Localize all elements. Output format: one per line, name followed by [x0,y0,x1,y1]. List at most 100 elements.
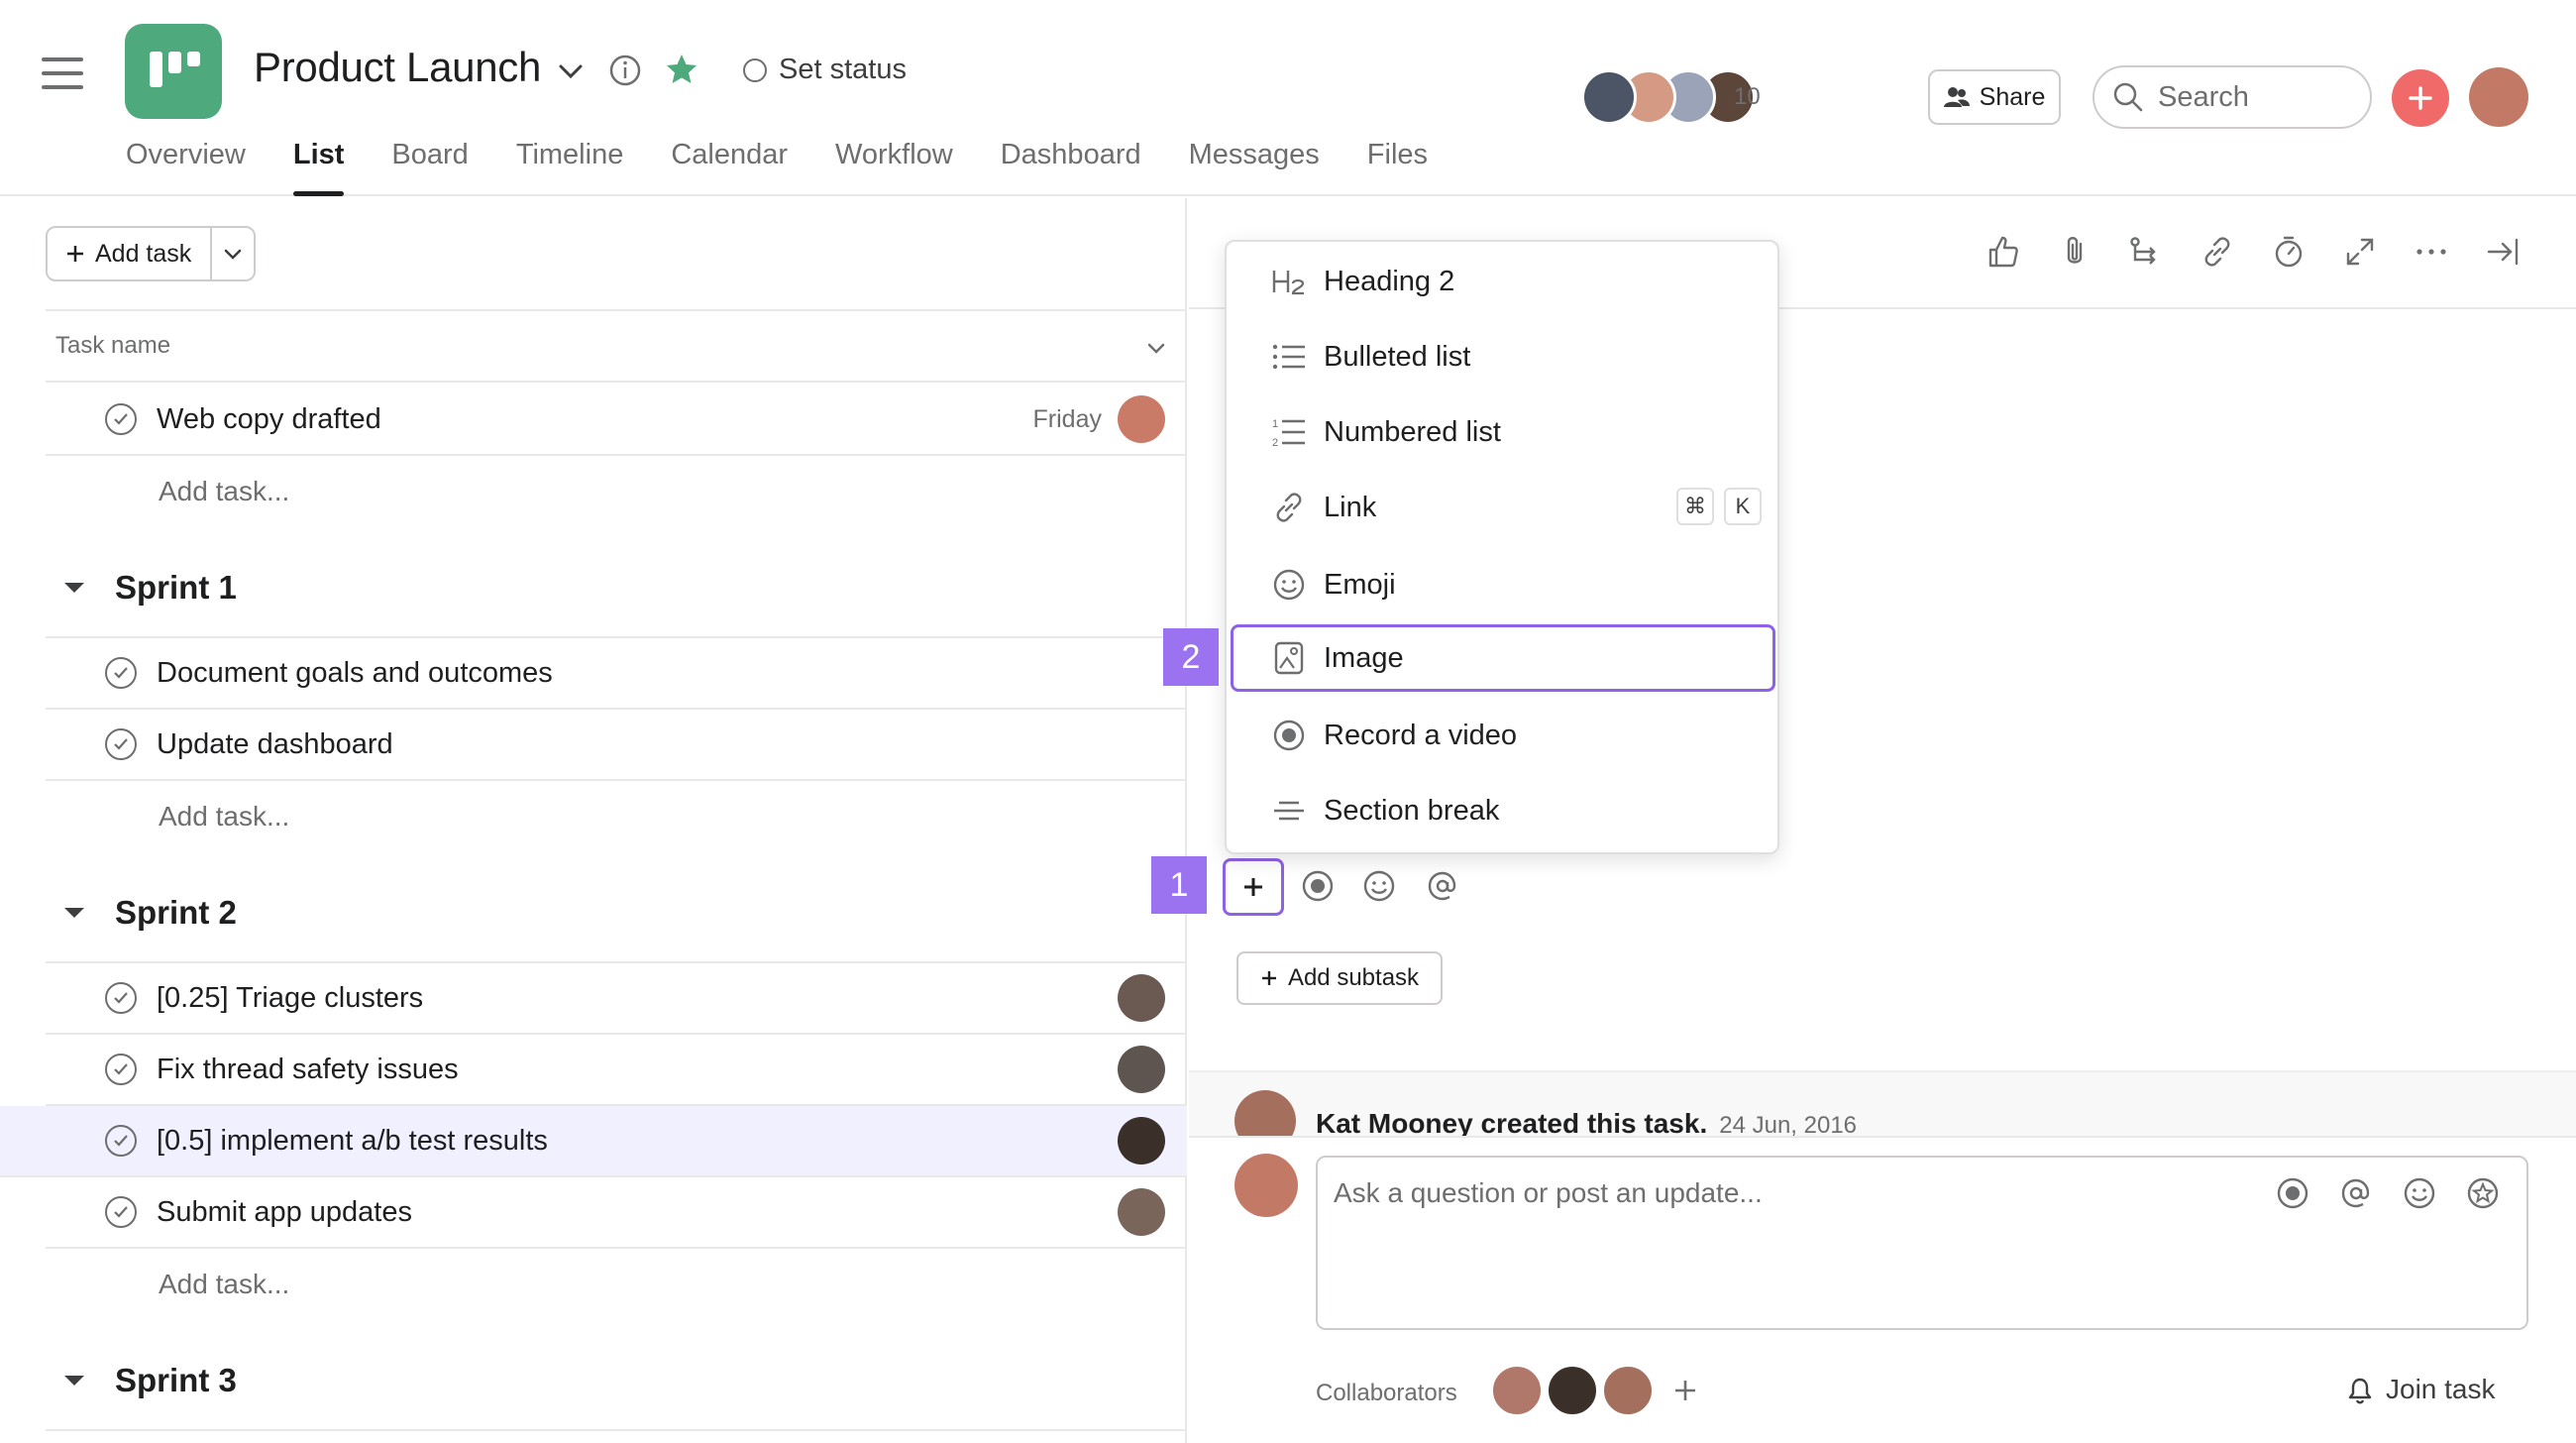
task-name[interactable]: Fix thread safety issues [157,1054,459,1086]
project-icon[interactable] [125,24,222,119]
search-input[interactable]: Search [2093,65,2372,129]
complete-check-icon[interactable] [105,1196,137,1228]
tab-timeline[interactable]: Timeline [516,139,624,196]
expand-icon[interactable] [2342,234,2378,270]
chevron-down-icon[interactable] [557,57,585,85]
tab-board[interactable]: Board [391,139,468,196]
like-icon[interactable] [1986,234,2021,270]
section-title: Sprint 1 [115,569,237,606]
task-name[interactable]: Document goals and outcomes [157,657,553,690]
set-status-button[interactable]: Set status [743,54,907,86]
mention-icon[interactable] [2338,1175,2374,1211]
shortcut-key: K [1724,488,1762,525]
menu-item-link[interactable]: Link ⌘ K [1246,476,1762,539]
attachment-icon[interactable] [2057,234,2093,270]
complete-check-icon[interactable] [105,1054,137,1085]
collaborator-avatar[interactable] [1490,1364,1544,1417]
star-icon[interactable] [664,52,699,87]
menu-item-numbered-list[interactable]: 12 Numbered list [1246,400,1762,464]
more-options-icon[interactable] [2414,234,2449,270]
task-row[interactable]: Document goals and outcomes [46,638,1187,710]
task-row[interactable]: [0.25] Triage clusters [46,963,1187,1035]
add-task-main[interactable]: Add task [48,228,212,279]
quick-add-button[interactable] [2392,69,2449,127]
column-task-name[interactable]: Task name [55,332,170,360]
add-collaborator-icon[interactable] [1672,1378,1698,1403]
subtasks-icon[interactable] [2128,234,2164,270]
task-name[interactable]: Update dashboard [157,728,393,761]
section-header-sprint-3[interactable]: Sprint 3 [61,1362,237,1399]
task-name[interactable]: [0.25] Triage clusters [157,982,423,1015]
task-name[interactable]: [0.5] implement a/b test results [157,1125,548,1158]
divider [46,1429,1187,1431]
assignee-avatar[interactable] [1118,1117,1165,1165]
record-icon[interactable] [1300,868,1336,904]
caret-down-icon[interactable] [61,905,87,921]
star-badge-icon[interactable] [2465,1175,2501,1211]
close-pane-icon[interactable] [2485,234,2521,270]
emoji-icon[interactable] [2402,1175,2437,1211]
complete-check-icon[interactable] [105,1125,137,1157]
menu-item-image[interactable]: Image [1231,624,1775,692]
menu-item-record-a-video[interactable]: Record a video [1246,704,1762,767]
section-header-sprint-1[interactable]: Sprint 1 [61,569,237,607]
link-icon[interactable] [2200,234,2235,270]
complete-check-icon[interactable] [105,657,137,689]
add-task-inline[interactable]: Add task... [159,801,289,832]
add-task-inline[interactable]: Add task... [159,1269,289,1300]
project-title[interactable]: Product Launch [254,44,541,91]
complete-check-icon[interactable] [105,982,137,1014]
complete-check-icon[interactable] [105,403,137,435]
due-date[interactable]: Friday [1033,405,1102,434]
member-count[interactable]: 10 [1734,83,1761,111]
add-task-dropdown[interactable] [212,244,254,264]
complete-check-icon[interactable] [105,728,137,760]
menu-item-bulleted-list[interactable]: Bulleted list [1246,325,1762,388]
assignee-avatar[interactable] [1118,1046,1165,1093]
menu-item-section-break[interactable]: Section break [1246,779,1762,842]
caret-down-icon[interactable] [61,1373,87,1388]
join-task-button[interactable]: Join task [2344,1374,2496,1405]
emoji-icon[interactable] [1361,868,1397,904]
menu-item-emoji[interactable]: Emoji [1246,553,1762,616]
mention-icon[interactable] [1425,868,1460,904]
tab-calendar[interactable]: Calendar [671,139,788,196]
tab-list[interactable]: List [292,139,344,196]
section-header-sprint-2[interactable]: Sprint 2 [61,894,237,932]
task-row[interactable]: Web copy drafted Friday [46,385,1187,456]
comment-placeholder: Ask a question or post an update... [1334,1177,1763,1208]
add-task-button[interactable]: Add task [46,226,256,281]
tab-dashboard[interactable]: Dashboard [1001,139,1141,196]
task-row[interactable]: Submit app updates [46,1177,1187,1249]
collaborator-avatar[interactable] [1601,1364,1655,1417]
assignee-avatar[interactable] [1118,395,1165,443]
record-icon[interactable] [2275,1175,2310,1211]
caret-down-icon[interactable] [61,580,87,596]
set-status-label: Set status [779,54,907,85]
user-avatar[interactable] [1234,1154,1298,1217]
tab-files[interactable]: Files [1367,139,1428,196]
assignee-avatar[interactable] [1118,974,1165,1022]
task-name[interactable]: Web copy drafted [157,403,381,436]
insert-plus-button[interactable] [1223,858,1284,916]
task-row[interactable]: Update dashboard [46,710,1187,781]
assignee-avatar[interactable] [1118,1188,1165,1236]
chevron-down-icon[interactable] [1145,337,1167,359]
timer-icon[interactable] [2271,234,2307,270]
share-button[interactable]: Share [1928,69,2061,125]
task-row-selected[interactable]: [0.5] implement a/b test results [0,1106,1187,1177]
member-avatar[interactable] [1581,69,1637,125]
task-name[interactable]: Submit app updates [157,1196,412,1229]
menu-toggle-icon[interactable] [42,57,83,89]
task-row[interactable]: Fix thread safety issues [46,1035,1187,1106]
add-subtask-button[interactable]: Add subtask [1236,951,1443,1005]
add-task-inline[interactable]: Add task... [159,476,289,507]
image-icon [1270,639,1308,677]
tab-workflow[interactable]: Workflow [835,139,953,196]
user-avatar[interactable] [2469,67,2528,127]
menu-item-heading-2[interactable]: Heading 2 [1246,250,1762,313]
collaborator-avatar[interactable] [1546,1364,1599,1417]
tab-overview[interactable]: Overview [126,139,246,196]
info-icon[interactable] [608,54,642,87]
tab-messages[interactable]: Messages [1189,139,1320,196]
